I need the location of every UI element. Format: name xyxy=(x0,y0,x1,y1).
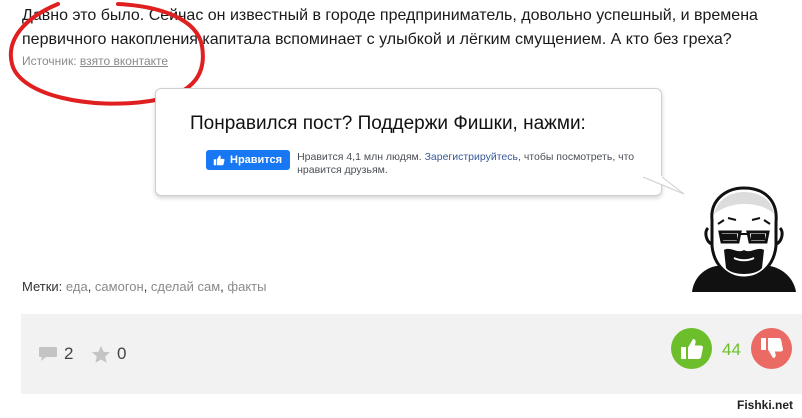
rating-count: 44 xyxy=(722,340,741,359)
post-footer: 2 0 44 xyxy=(21,314,802,394)
tag-link[interactable]: сделай сам xyxy=(151,279,220,294)
thumbs-up-icon xyxy=(681,339,703,359)
favorites-stat[interactable]: 0 xyxy=(91,344,126,364)
source-line: Источник: взято вконтакте xyxy=(22,54,168,68)
star-icon xyxy=(92,345,110,363)
vote-up-button[interactable] xyxy=(671,328,712,369)
source-label: Источник: xyxy=(22,54,77,68)
tag-link[interactable]: факты xyxy=(227,279,266,294)
support-box: Понравился пост? Поддержи Фишки, нажми: … xyxy=(155,88,662,196)
source-link[interactable]: взято вконтакте xyxy=(80,54,168,68)
tag-link[interactable]: самогон xyxy=(95,279,144,294)
vote-down-button[interactable] xyxy=(751,328,792,369)
article-line-1: Давно это было. Сейчас он известный в го… xyxy=(22,7,758,24)
heisenberg-illustration xyxy=(692,186,796,292)
thumbs-down-icon xyxy=(761,338,783,358)
facebook-like-button[interactable]: Нравится xyxy=(206,150,291,170)
facebook-like-text: Нравится 4,1 млн людям. Зарегистрируйтес… xyxy=(297,150,657,177)
comments-count: 2 xyxy=(64,344,74,363)
tag-link[interactable]: еда xyxy=(66,279,88,294)
support-title: Понравился пост? Поддержи Фишки, нажми: xyxy=(190,113,586,134)
comment-icon xyxy=(39,347,57,361)
site-watermark: Fishki.net xyxy=(737,398,794,412)
tags-line: Метки: еда, самогон, сделай сам, факты xyxy=(22,279,267,294)
register-link[interactable]: Зарегистрируйтесь, xyxy=(425,151,521,163)
comments-stat[interactable]: 2 xyxy=(38,344,73,364)
likes-count-text: Нравится 4,1 млн людям. xyxy=(297,151,422,163)
facebook-like-label: Нравится xyxy=(230,154,283,166)
thumbs-up-icon xyxy=(213,155,225,166)
facebook-like-widget: Нравится Нравится 4,1 млн людям. Зарегис… xyxy=(206,150,657,177)
tags-label: Метки: xyxy=(22,279,63,294)
favorites-count: 0 xyxy=(117,344,127,363)
article-text: Давно это было. Сейчас он известный в го… xyxy=(22,4,802,52)
article-line-2: первичного накопления капитала вспоминае… xyxy=(22,31,732,48)
